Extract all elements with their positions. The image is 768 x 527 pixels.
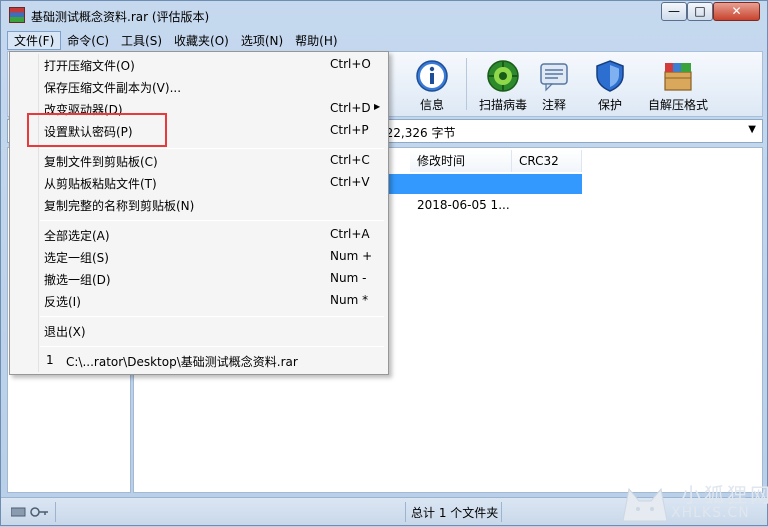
- menu-favorites[interactable]: 收藏夹(O): [168, 31, 235, 50]
- column-header-modified[interactable]: 修改时间: [410, 150, 512, 172]
- shield-icon: [596, 60, 624, 92]
- menu-item-select-group[interactable]: 选定一组(S) Num +: [12, 246, 386, 268]
- status-summary: 总计 1 个文件夹: [411, 506, 499, 520]
- menu-separator: [40, 346, 384, 347]
- toolbar-protect-button[interactable]: 保护: [578, 58, 642, 113]
- watermark-en: XHLKS.CN: [671, 505, 750, 521]
- minimize-button[interactable]: —: [661, 2, 687, 21]
- status-divider: [55, 502, 56, 522]
- toolbar-scan-label: 扫描病毒: [478, 98, 527, 112]
- status-divider: [501, 502, 502, 522]
- recent-number: 1: [46, 353, 54, 367]
- info-icon: [416, 60, 448, 92]
- close-button[interactable]: ✕: [713, 2, 760, 21]
- menu-item-label: 全部选定(A): [44, 229, 110, 243]
- menu-item-label: 退出(X): [44, 325, 86, 339]
- toolbar-sfx-button[interactable]: 自解压格式: [638, 58, 718, 113]
- toolbar-comment-button[interactable]: 注释: [522, 58, 586, 113]
- fox-logo-icon: [622, 487, 668, 522]
- menu-item-label: 保存压缩文件副本为(V)...: [44, 81, 182, 95]
- menu-options[interactable]: 选项(N): [235, 31, 289, 50]
- status-divider: [405, 502, 406, 522]
- comment-icon: [540, 63, 568, 92]
- toolbar-sfx-label: 自解压格式: [647, 98, 708, 112]
- menu-item-shortcut: Ctrl+C: [330, 153, 370, 167]
- menu-commands[interactable]: 命令(C): [61, 31, 115, 50]
- column-header-crc32[interactable]: CRC32: [512, 150, 582, 172]
- menu-file[interactable]: 文件(F): [7, 31, 62, 50]
- winrar-app-icon: [9, 7, 25, 23]
- menu-item-shortcut: Ctrl+A: [330, 227, 370, 241]
- toolbar-protect-label: 保护: [597, 98, 622, 112]
- menu-separator: [40, 148, 384, 149]
- drive-key-icon[interactable]: [11, 506, 49, 518]
- toolbar-info-label: 信息: [419, 98, 444, 112]
- menu-item-label: 从剪贴板粘贴文件(T): [44, 177, 157, 191]
- menu-item-select-all[interactable]: 全部选定(A) Ctrl+A: [12, 224, 386, 246]
- menu-item-recent-archive[interactable]: 1 C:\...rator\Desktop\基础测试概念资料.rar: [12, 350, 386, 372]
- menu-item-shortcut: Num -: [330, 271, 367, 285]
- menu-tools[interactable]: 工具(S): [115, 31, 168, 50]
- recent-path: C:\...rator\Desktop\基础测试概念资料.rar: [66, 355, 298, 369]
- menu-item-copy-to-clipboard[interactable]: 复制文件到剪贴板(C) Ctrl+C: [12, 150, 386, 172]
- site-watermark: 小狐狸网 XHLKS.CN: [597, 477, 768, 527]
- password-highlight-box: [27, 113, 167, 147]
- menu-item-shortcut: Num +: [330, 249, 373, 263]
- menu-item-open-archive[interactable]: 打开压缩文件(O) Ctrl+O: [12, 54, 386, 76]
- menu-item-save-copy[interactable]: 保存压缩文件副本为(V)...: [12, 76, 386, 98]
- sfx-icon: [664, 63, 692, 91]
- menu-item-shortcut: Ctrl+O: [330, 57, 371, 71]
- row-modified-cell[interactable]: 2018-06-05 1...: [417, 198, 510, 212]
- menu-item-label: 撤选一组(D): [44, 273, 111, 287]
- title-bar: 基础测试概念资料.rar (评估版本) — □ ✕: [1, 1, 767, 31]
- menu-help[interactable]: 帮助(H): [289, 31, 343, 50]
- menu-item-paste-from-clipboard[interactable]: 从剪贴板粘贴文件(T) Ctrl+V: [12, 172, 386, 194]
- winrar-window: 基础测试概念资料.rar (评估版本) — □ ✕ 文件(F) 命令(C) 工具…: [0, 0, 768, 526]
- dropdown-arrow-icon[interactable]: ▼: [748, 124, 756, 135]
- menu-item-exit[interactable]: 退出(X): [12, 320, 386, 342]
- menu-item-shortcut: Ctrl+V: [330, 175, 370, 189]
- selected-row[interactable]: [384, 174, 582, 194]
- address-text: 522,326 字节: [378, 126, 456, 140]
- menu-item-label: 选定一组(S): [44, 251, 109, 265]
- virus-scan-icon: [487, 60, 519, 92]
- menu-item-label: 复制文件到剪贴板(C): [44, 155, 158, 169]
- menu-item-shortcut: Ctrl+P: [330, 123, 369, 137]
- menu-item-shortcut: Num *: [330, 293, 369, 307]
- window-title: 基础测试概念资料.rar (评估版本): [31, 10, 210, 24]
- menu-bar: 文件(F) 命令(C) 工具(S) 收藏夹(O) 选项(N) 帮助(H): [7, 31, 344, 51]
- submenu-arrow-icon: ▶: [374, 102, 381, 111]
- toolbar-info-button[interactable]: 信息: [400, 58, 464, 113]
- toolbar-comment-label: 注释: [541, 98, 566, 112]
- menu-separator: [40, 316, 384, 317]
- menu-item-deselect-group[interactable]: 撤选一组(D) Num -: [12, 268, 386, 290]
- menu-item-label: 反选(I): [44, 295, 81, 309]
- menu-item-label: 复制完整的名称到剪贴板(N): [44, 199, 195, 213]
- menu-item-copy-full-name[interactable]: 复制完整的名称到剪贴板(N): [12, 194, 386, 216]
- menu-separator: [40, 220, 384, 221]
- maximize-button[interactable]: □: [687, 2, 713, 21]
- file-menu-dropdown: 打开压缩文件(O) Ctrl+O 保存压缩文件副本为(V)... 改变驱动器(D…: [9, 51, 389, 375]
- menu-item-label: 打开压缩文件(O): [44, 59, 135, 73]
- watermark-cn: 小狐狸网: [681, 483, 768, 507]
- menu-item-shortcut: Ctrl+D: [330, 101, 371, 115]
- menu-item-invert-selection[interactable]: 反选(I) Num *: [12, 290, 386, 312]
